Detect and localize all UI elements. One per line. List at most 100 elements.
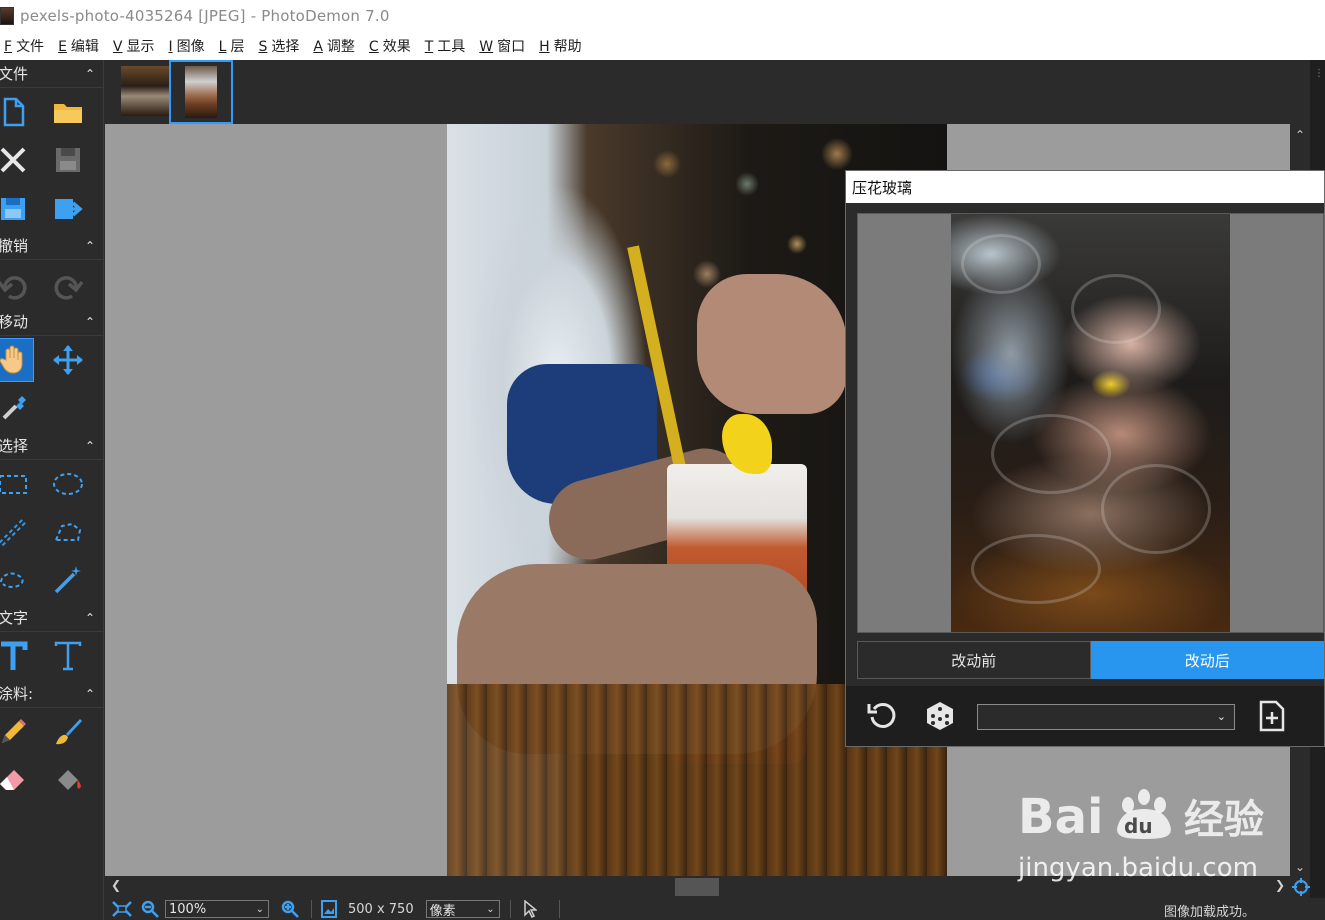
redo-button[interactable] — [48, 262, 90, 306]
toolbox-panel: 文件 ⌃ 撤销 ⌃ 移动 ⌃ 选择 ⌃ 文字 ⌃ 涂料: ⌃ — [0, 60, 104, 920]
export-button[interactable] — [48, 186, 90, 230]
menu-effects[interactable]: C 效果 — [369, 36, 411, 56]
distortion-swirl — [991, 414, 1111, 494]
close-icon — [0, 147, 26, 173]
brush-tool-button[interactable] — [48, 710, 90, 754]
scroll-right-icon[interactable]: ❯ — [1275, 878, 1285, 892]
save-preset-button[interactable] — [1254, 698, 1290, 734]
new-file-icon — [3, 97, 24, 127]
chevron-up-icon: ⌃ — [84, 610, 95, 625]
distortion-swirl — [961, 234, 1041, 294]
menu-key: T — [424, 39, 434, 55]
undo-button[interactable] — [0, 262, 34, 306]
save-copy-button[interactable] — [0, 186, 34, 230]
new-file-button[interactable] — [0, 90, 34, 134]
reset-button[interactable] — [864, 698, 900, 734]
section-paint[interactable]: 涂料: ⌃ — [0, 680, 103, 708]
hand-tool-button[interactable] — [0, 338, 34, 382]
scroll-left-icon[interactable]: ❮ — [111, 878, 121, 892]
zoom-select[interactable]: 100% ⌄ — [165, 900, 269, 918]
add-preset-icon — [1259, 700, 1285, 732]
section-select[interactable]: 选择 ⌃ — [0, 432, 103, 460]
menu-layer[interactable]: L层 — [219, 36, 245, 56]
section-file[interactable]: 文件 ⌃ — [0, 60, 103, 88]
chevron-down-icon: ⌄ — [255, 903, 264, 915]
separator — [509, 900, 511, 918]
scroll-up-icon[interactable]: ⌃ — [1290, 128, 1310, 142]
open-file-button[interactable] — [48, 90, 90, 134]
typography-tool-button[interactable] — [48, 634, 90, 678]
ellipse-select-icon — [53, 473, 84, 495]
unit-select[interactable]: 像素 ⌄ — [425, 900, 500, 919]
menu-file[interactable]: F 文件 — [4, 36, 44, 56]
lasso-select-button[interactable] — [0, 558, 34, 602]
magic-wand-icon — [55, 566, 82, 594]
menu-window[interactable]: W 窗口 — [479, 36, 525, 56]
preset-dropdown[interactable]: ⌄ — [977, 704, 1235, 730]
save-button[interactable] — [48, 138, 90, 182]
center-view-icon[interactable] — [1292, 878, 1310, 896]
menu-key: C — [368, 39, 379, 55]
dialog-title: 压花玻璃 — [846, 171, 1324, 203]
fit-window-button[interactable] — [111, 900, 133, 918]
color-picker-button[interactable] — [0, 386, 36, 430]
magic-wand-button[interactable] — [48, 558, 90, 602]
eraser-tool-button[interactable] — [0, 758, 34, 802]
fill-tool-button[interactable] — [48, 758, 90, 802]
tool-row — [0, 260, 103, 308]
horizontal-scrollbar[interactable]: ❮ ❯ — [105, 876, 1290, 898]
rect-select-button[interactable] — [0, 462, 34, 506]
section-move[interactable]: 移动 ⌃ — [0, 308, 103, 336]
line-select-icon — [0, 517, 27, 547]
close-image-button[interactable] — [0, 138, 34, 182]
move-tool-button[interactable] — [48, 338, 89, 382]
menu-key: I — [168, 39, 173, 55]
rect-select-icon — [0, 475, 27, 494]
tool-row — [0, 336, 103, 384]
after-button[interactable]: 改动后 — [1090, 641, 1324, 679]
cursor-position-icon — [519, 900, 541, 918]
ellipse-select-button[interactable] — [48, 462, 90, 506]
tool-row — [0, 556, 103, 604]
before-button[interactable]: 改动前 — [857, 641, 1091, 679]
chevron-down-icon: ⌄ — [486, 903, 495, 915]
tool-row — [0, 708, 103, 756]
lasso-icon — [0, 572, 24, 588]
menu-key: E — [58, 39, 67, 55]
menu-key: L — [218, 39, 227, 55]
zoom-in-button[interactable] — [279, 900, 301, 918]
photo-hand — [697, 274, 847, 414]
image-thumbnail[interactable] — [117, 63, 173, 119]
move-arrows-icon — [53, 345, 84, 375]
scrollbar-thumb[interactable] — [675, 878, 719, 896]
menu-bar: F 文件 E 编辑 V 显示 I 图像 L层 S 选择 A 调整 C 效果 T 工具 W 窗口 H… — [0, 32, 1325, 60]
menu-tools[interactable]: T 工具 — [425, 36, 466, 56]
menu-key: S — [258, 39, 268, 55]
menu-select[interactable]: S 选择 — [258, 36, 299, 56]
pencil-tool-button[interactable] — [0, 710, 34, 754]
image-thumbnail-active[interactable] — [169, 60, 233, 124]
chevron-up-icon: ⌃ — [84, 66, 95, 81]
scroll-down-icon[interactable]: ⌄ — [1290, 860, 1310, 874]
menu-edit[interactable]: E 编辑 — [58, 36, 99, 56]
menu-adjust[interactable]: A 调整 — [313, 36, 355, 56]
text-tool-button[interactable] — [0, 634, 34, 678]
zoom-out-icon — [141, 900, 159, 918]
chevron-up-icon: ⌃ — [84, 438, 95, 453]
menu-label: 图像 — [176, 39, 205, 55]
menu-help[interactable]: H 帮助 — [539, 36, 582, 56]
line-select-button[interactable] — [0, 510, 34, 554]
menu-label: 工具 — [437, 39, 466, 55]
section-select-label: 选择 — [0, 437, 29, 455]
menu-view[interactable]: V 显示 — [113, 36, 155, 56]
zoom-out-button[interactable] — [139, 900, 161, 918]
menu-image[interactable]: I 图像 — [169, 36, 205, 56]
menu-label: 文件 — [16, 39, 45, 55]
polygon-select-button[interactable] — [48, 510, 90, 554]
menu-label: 帮助 — [553, 39, 582, 55]
section-undo[interactable]: 撤销 ⌃ — [0, 232, 103, 260]
section-text[interactable]: 文字 ⌃ — [0, 604, 103, 632]
text-icon — [0, 641, 28, 670]
randomize-button[interactable] — [922, 698, 958, 734]
effect-preview[interactable] — [857, 213, 1324, 633]
